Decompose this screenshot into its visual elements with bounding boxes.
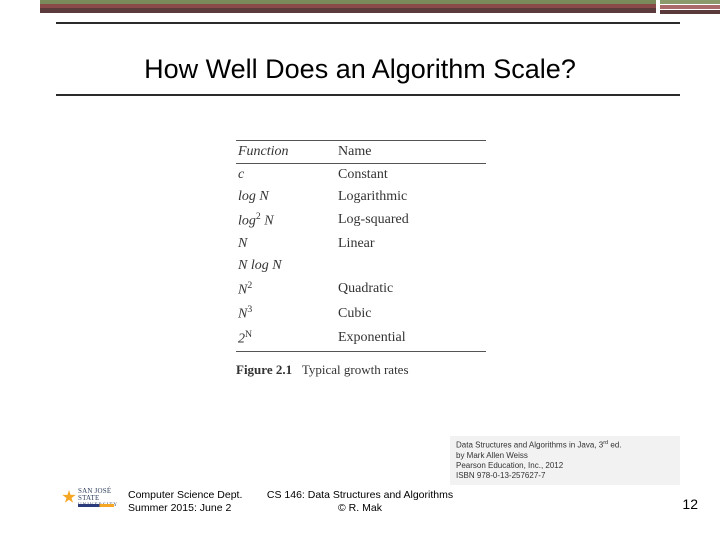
th-name: Name bbox=[336, 141, 486, 164]
table-row: cConstant bbox=[236, 164, 486, 187]
citation-title: Data Structures and Algorithms in Java, … bbox=[456, 440, 674, 451]
cell-name: Linear bbox=[336, 233, 486, 255]
cell-function: N log N bbox=[236, 255, 336, 277]
figure-label: Figure 2.1 bbox=[236, 362, 292, 377]
cell-function: 2N bbox=[236, 326, 336, 351]
table-row: N log N bbox=[236, 255, 486, 277]
table-row: NLinear bbox=[236, 233, 486, 255]
table-row: N2Quadratic bbox=[236, 277, 486, 302]
stripe-dark bbox=[40, 8, 656, 13]
cell-function: log N bbox=[236, 186, 336, 208]
cell-function: log2 N bbox=[236, 208, 336, 233]
table-row: N3Cubic bbox=[236, 301, 486, 326]
title-overline bbox=[56, 22, 680, 24]
cell-name: Cubic bbox=[336, 301, 486, 326]
cell-name: Logarithmic bbox=[336, 186, 486, 208]
footer: SAN JOSÉ STATE UNIVERSITY Computer Scien… bbox=[0, 474, 720, 522]
table-row: 2NExponential bbox=[236, 326, 486, 351]
th-function: Function bbox=[236, 141, 336, 164]
footer-center: CS 146: Data Structures and Algorithms ©… bbox=[0, 489, 720, 516]
citation-publisher: Pearson Education, Inc., 2012 bbox=[456, 461, 674, 471]
cell-function: c bbox=[236, 164, 336, 187]
cell-function: N3 bbox=[236, 301, 336, 326]
figure-caption-text: Typical growth rates bbox=[302, 362, 409, 377]
growth-rate-figure: Function Name cConstantlog NLogarithmicl… bbox=[236, 140, 486, 378]
figure-caption: Figure 2.1 Typical growth rates bbox=[236, 362, 486, 378]
title-underline bbox=[56, 94, 680, 96]
cell-name: Constant bbox=[336, 164, 486, 187]
cell-name bbox=[336, 255, 486, 277]
slide-title: How Well Does an Algorithm Scale? bbox=[0, 54, 720, 85]
table-row: log NLogarithmic bbox=[236, 186, 486, 208]
author-name: © R. Mak bbox=[267, 502, 453, 516]
slide-number: 12 bbox=[682, 496, 698, 512]
course-name: CS 146: Data Structures and Algorithms bbox=[267, 489, 453, 503]
table-row: log2 NLog-squared bbox=[236, 208, 486, 233]
citation-author: by Mark Allen Weiss bbox=[456, 451, 674, 461]
cell-name: Quadratic bbox=[336, 277, 486, 302]
growth-rate-table: Function Name cConstantlog NLogarithmicl… bbox=[236, 140, 486, 352]
stripe-right-block bbox=[660, 0, 720, 15]
cell-function: N bbox=[236, 233, 336, 255]
cell-name: Exponential bbox=[336, 326, 486, 351]
cell-function: N2 bbox=[236, 277, 336, 302]
cell-name: Log-squared bbox=[336, 208, 486, 233]
